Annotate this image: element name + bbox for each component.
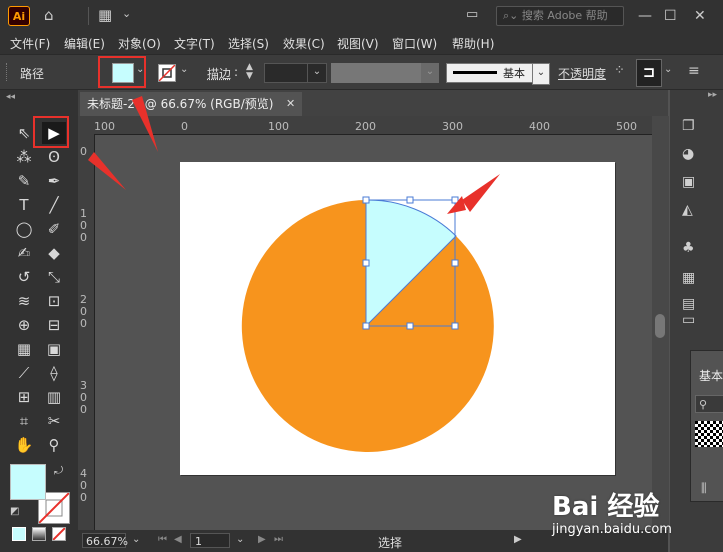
library-icon[interactable]: ⫼ — [701, 481, 707, 496]
last-artboard-icon[interactable]: ⏭ — [274, 534, 283, 545]
chevron-down-icon[interactable]: ⌄ — [236, 534, 244, 545]
gradient-panel-icon[interactable]: ▭ — [682, 312, 700, 328]
libraries-icon[interactable]: ▣ — [682, 174, 700, 190]
next-artboard-icon[interactable]: ▶ — [258, 534, 266, 545]
zoom-level-field[interactable]: 66.67% — [82, 533, 128, 548]
first-artboard-icon[interactable]: ⏮ — [158, 534, 167, 545]
annotation-arrow — [88, 152, 126, 190]
annotation-arrow — [132, 96, 158, 152]
brushes-icon[interactable]: ▤ — [682, 296, 700, 312]
chevron-down-icon[interactable]: ⌄ — [132, 534, 140, 545]
current-tool-label: 选择 — [378, 536, 403, 550]
swatches-flyout: 基本 ⚲ ⫼ — [690, 350, 723, 502]
vertical-scrollbar[interactable] — [652, 116, 669, 530]
annotation-arrow — [462, 174, 500, 212]
pattern-swatch[interactable] — [695, 421, 723, 447]
play-icon[interactable]: ▶ — [514, 534, 522, 545]
search-icon[interactable]: ⚲ — [695, 395, 723, 413]
watermark-brand: Bai 经验 — [552, 492, 660, 522]
symbols-icon[interactable]: ♣ — [682, 240, 700, 256]
watermark-url: jingyan.baidu.com — [552, 522, 672, 537]
swatch-library-label: 基本 — [699, 369, 723, 383]
scrollbar-thumb[interactable] — [655, 314, 665, 338]
color-palette-icon[interactable]: ◕ — [682, 146, 700, 162]
transparency-icon[interactable]: ◭ — [682, 202, 700, 218]
artboard-number-field[interactable]: 1 — [190, 533, 230, 548]
canvas-artwork — [88, 96, 500, 452]
properties-panel-icon[interactable]: ❐ — [682, 118, 700, 134]
prev-artboard-icon[interactable]: ◀ — [174, 534, 182, 545]
expand-icon[interactable]: ▸▸ — [708, 90, 717, 100]
swatches-icon[interactable]: ▦ — [682, 270, 700, 286]
